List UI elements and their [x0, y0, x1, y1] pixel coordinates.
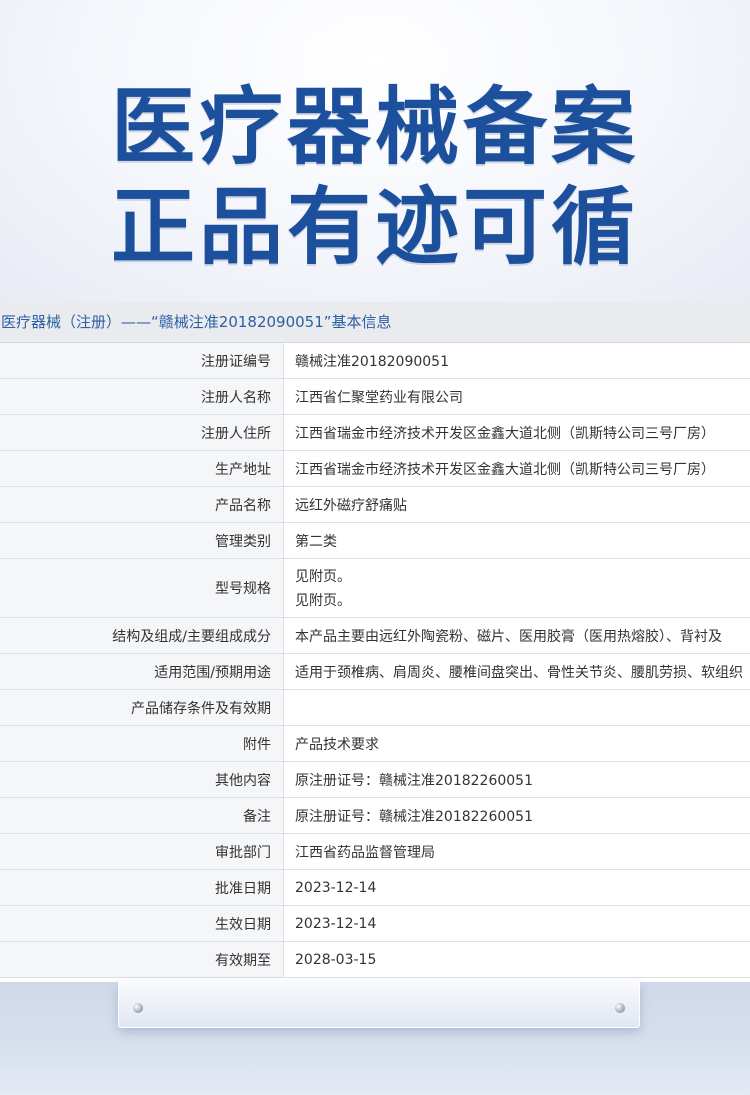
row-label: 产品名称: [0, 487, 284, 522]
info-row: 管理类别 第二类: [0, 523, 750, 559]
row-label: 批准日期: [0, 870, 284, 905]
info-row: 产品名称 远红外磁疗舒痛贴: [0, 487, 750, 523]
hero-headline-2: 正品有迹可循: [110, 178, 639, 276]
row-value: 原注册证号：赣械注准20182260051: [284, 798, 750, 833]
info-row: 结构及组成/主要组成成分 本产品主要由远红外陶瓷粉、磁片、医用胶膏（医用热熔胶）…: [0, 618, 750, 654]
row-value: 远红外磁疗舒痛贴: [284, 487, 750, 522]
row-label: 注册人住所: [0, 415, 284, 450]
info-row: 注册人住所 江西省瑞金市经济技术开发区金鑫大道北侧（凯斯特公司三号厂房）: [0, 415, 750, 451]
registration-info-board: 的医疗器械（注册）——“赣械注准20182090051”基本信息 注册证编号 赣…: [0, 302, 750, 982]
display-stand: [0, 982, 750, 1095]
row-value-text: 见附页。: [295, 569, 351, 585]
info-row: 生产地址 江西省瑞金市经济技术开发区金鑫大道北侧（凯斯特公司三号厂房）: [0, 451, 750, 487]
hero-banner: 医疗器械备案 正品有迹可循: [0, 0, 750, 302]
row-value: 适用于颈椎病、肩周炎、腰椎间盘突出、骨性关节炎、腰肌劳损、软组织: [284, 654, 750, 689]
info-row: 批准日期 2023-12-14: [0, 870, 750, 906]
info-row: 审批部门 江西省药品监督管理局: [0, 834, 750, 870]
row-label: 注册人名称: [0, 379, 284, 414]
row-label: 附件: [0, 726, 284, 761]
info-row: 备注 原注册证号：赣械注准20182260051: [0, 798, 750, 834]
info-row: 型号规格 见附页。 见附页。: [0, 559, 750, 618]
row-value: 2028-03-15: [284, 942, 750, 977]
row-label: 注册证编号: [0, 343, 284, 378]
row-value: 江西省仁聚堂药业有限公司: [284, 379, 750, 414]
info-row: 注册人名称 江西省仁聚堂药业有限公司: [0, 379, 750, 415]
row-value-text: 江西省仁聚堂药业有限公司: [295, 389, 463, 406]
screw-icon: [133, 1003, 143, 1013]
row-label: 有效期至: [0, 942, 284, 977]
row-value-text-2: 见附页。: [295, 593, 351, 609]
row-value: 江西省药品监督管理局: [284, 834, 750, 869]
row-label: 备注: [0, 798, 284, 833]
row-value-text: 江西省药品监督管理局: [295, 844, 435, 861]
row-label: 适用范围/预期用途: [0, 654, 284, 689]
info-row: 有效期至 2028-03-15: [0, 942, 750, 978]
row-value-text: 原注册证号：赣械注准20182260051: [295, 772, 533, 789]
row-value-text: 江西省瑞金市经济技术开发区金鑫大道北侧（凯斯特公司三号厂房）: [295, 461, 715, 478]
row-value: 原注册证号：赣械注准20182260051: [284, 762, 750, 797]
row-value: 2023-12-14: [284, 870, 750, 905]
row-label: 其他内容: [0, 762, 284, 797]
row-label: 产品储存条件及有效期: [0, 690, 284, 725]
row-label: 生效日期: [0, 906, 284, 941]
row-value-text: 2023-12-14: [295, 879, 377, 896]
row-value: 见附页。 见附页。: [284, 559, 750, 617]
info-row: 适用范围/预期用途 适用于颈椎病、肩周炎、腰椎间盘突出、骨性关节炎、腰肌劳损、软…: [0, 654, 750, 690]
row-label: 生产地址: [0, 451, 284, 486]
row-label: 审批部门: [0, 834, 284, 869]
info-row: 注册证编号 赣械注准20182090051: [0, 343, 750, 379]
row-label: 型号规格: [0, 559, 284, 617]
row-value-text: 2028-03-15: [295, 951, 377, 968]
row-value-text: 适用于颈椎病、肩周炎、腰椎间盘突出、骨性关节炎、腰肌劳损、软组织: [295, 664, 743, 681]
row-value-text: 第二类: [295, 533, 337, 550]
info-row: 其他内容 原注册证号：赣械注准20182260051: [0, 762, 750, 798]
row-label: 结构及组成/主要组成成分: [0, 618, 284, 653]
acrylic-holder: [118, 982, 640, 1028]
row-value: 第二类: [284, 523, 750, 558]
row-value: 江西省瑞金市经济技术开发区金鑫大道北侧（凯斯特公司三号厂房）: [284, 415, 750, 450]
row-value: [284, 690, 750, 725]
board-title: 的医疗器械（注册）——“赣械注准20182090051”基本信息: [0, 302, 750, 343]
row-value-text: 2023-12-14: [295, 915, 377, 932]
info-row: 附件 产品技术要求: [0, 726, 750, 762]
row-value: 2023-12-14: [284, 906, 750, 941]
info-row: 产品储存条件及有效期: [0, 690, 750, 726]
row-value-text: 江西省瑞金市经济技术开发区金鑫大道北侧（凯斯特公司三号厂房）: [295, 425, 715, 442]
row-value-text: 本产品主要由远红外陶瓷粉、磁片、医用胶膏（医用热熔胶）、背衬及: [295, 628, 722, 645]
row-value: 江西省瑞金市经济技术开发区金鑫大道北侧（凯斯特公司三号厂房）: [284, 451, 750, 486]
row-value-text: 赣械注准20182090051: [295, 353, 449, 370]
row-value-text: 原注册证号：赣械注准20182260051: [295, 808, 533, 825]
row-value: 产品技术要求: [284, 726, 750, 761]
row-value: 赣械注准20182090051: [284, 343, 750, 378]
info-row: 生效日期 2023-12-14: [0, 906, 750, 942]
row-value-text: 产品技术要求: [295, 736, 379, 753]
row-value-text: 远红外磁疗舒痛贴: [295, 497, 407, 514]
row-label: 管理类别: [0, 523, 284, 558]
row-value: 本产品主要由远红外陶瓷粉、磁片、医用胶膏（医用热熔胶）、背衬及: [284, 618, 750, 653]
screw-icon: [615, 1003, 625, 1013]
